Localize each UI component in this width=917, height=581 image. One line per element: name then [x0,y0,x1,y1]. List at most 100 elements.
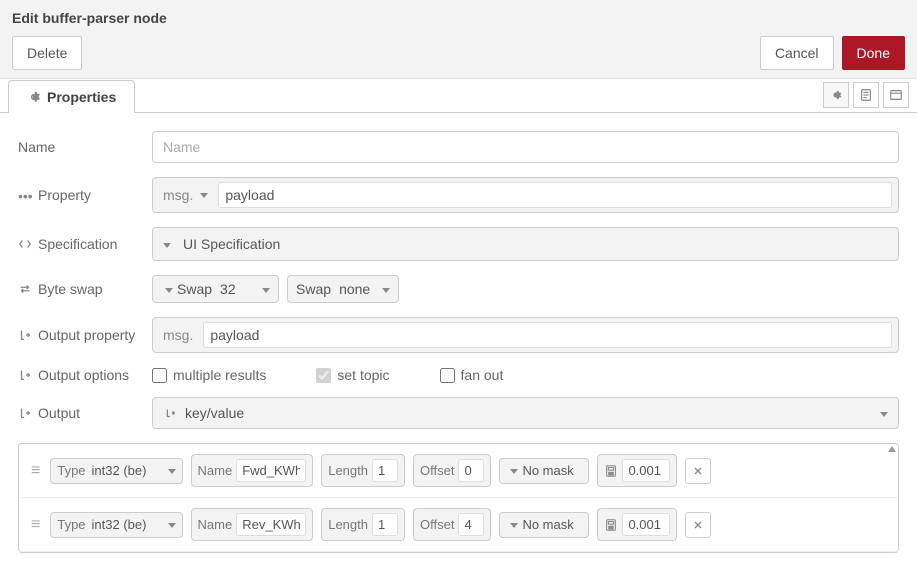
swap1-label: Swap [177,281,212,297]
item-length-input[interactable] [372,513,398,536]
drag-handle-icon[interactable]: ≡ [29,462,42,480]
property-input[interactable] [218,182,892,208]
item-name-label: Name [198,463,233,478]
item-mask-value: No mask [522,517,582,532]
item-remove-button[interactable] [685,512,711,538]
property-row: ••• Property msg. [18,177,899,213]
item-scale-input[interactable] [622,513,670,536]
item-scale-field[interactable] [597,508,677,541]
name-label: Name [18,139,138,155]
close-icon [692,465,704,477]
item-row: ≡ Type int32 (be) Name Length Offset No … [19,444,898,498]
document-icon-button[interactable] [853,82,879,108]
item-scale-field[interactable] [597,454,677,487]
output-options-label-text: Output options [38,367,129,383]
property-label-text: Property [38,187,91,203]
close-icon [692,519,704,531]
multiple-results-label: multiple results [173,367,266,383]
tab-properties[interactable]: Properties [8,80,135,113]
output-label: Output [18,405,138,421]
gear-icon [27,90,41,104]
byte-swap-label: Byte swap [18,281,138,297]
arrow-right-icon [163,406,177,420]
chevron-down-icon [161,281,173,297]
item-length-field[interactable]: Length [321,508,405,541]
output-property-row: Output property msg. [18,317,899,353]
item-type-value: int32 (be) [90,517,160,532]
item-length-field[interactable]: Length [321,454,405,487]
chevron-down-icon [159,236,171,252]
fan-out-input[interactable] [440,368,455,383]
item-mask-select[interactable]: No mask [499,512,589,538]
set-topic-input[interactable] [316,368,331,383]
swap2-label: Swap [296,281,331,297]
arrow-right-icon [18,406,32,420]
cancel-button[interactable]: Cancel [760,36,834,70]
item-remove-button[interactable] [685,458,711,484]
done-button[interactable]: Done [842,36,905,70]
fan-out-label: fan out [461,367,504,383]
name-row: Name [18,131,899,163]
specification-row: Specification [18,227,899,261]
items-list: ≡ Type int32 (be) Name Length Offset No … [18,443,899,553]
item-type-select[interactable]: Type int32 (be) [50,512,182,538]
swap1-value: 32 [216,281,254,297]
item-length-input[interactable] [372,459,398,482]
item-mask-value: No mask [522,463,582,478]
output-select[interactable]: key/value [152,397,899,429]
scroll-up-arrow-icon [888,446,896,452]
set-topic-checkbox[interactable]: set topic [316,367,389,383]
item-offset-input[interactable] [458,459,484,482]
item-type-value: int32 (be) [90,463,160,478]
code-icon [18,237,32,251]
item-length-label: Length [328,517,368,532]
layout-icon [889,88,903,102]
dialog-header: Edit buffer-parser node Delete Cancel Do… [0,0,917,79]
settings-icon-button[interactable] [823,82,849,108]
properties-form: Name ••• Property msg. Specification Byt… [0,113,917,429]
property-field[interactable]: msg. [152,177,899,213]
fan-out-checkbox[interactable]: fan out [440,367,504,383]
item-mask-select[interactable]: No mask [499,458,589,484]
name-input[interactable] [152,131,899,163]
specification-label-text: Specification [38,236,117,252]
item-offset-input[interactable] [458,513,484,536]
drag-handle-icon[interactable]: ≡ [29,516,42,534]
arrow-right-icon [18,328,32,342]
swap1-select[interactable]: Swap 32 [152,275,279,303]
item-offset-field[interactable]: Offset [413,454,491,487]
item-offset-field[interactable]: Offset [413,508,491,541]
item-offset-label: Offset [420,463,454,478]
item-name-label: Name [198,517,233,532]
chevron-down-icon [258,281,270,297]
calculator-icon [604,464,618,478]
chevron-down-icon [506,517,518,533]
item-name-field[interactable]: Name [191,508,314,541]
multiple-results-input[interactable] [152,368,167,383]
property-type-dropdown[interactable]: msg. [159,187,212,203]
chevron-down-icon [506,463,518,479]
item-name-input[interactable] [236,513,306,536]
specification-select[interactable] [152,227,899,261]
output-property-field[interactable]: msg. [152,317,899,353]
swap2-select[interactable]: Swap none [287,275,399,303]
item-type-select[interactable]: Type int32 (be) [50,458,182,484]
arrow-right-icon [18,368,32,382]
appearance-icon-button[interactable] [883,82,909,108]
delete-button[interactable]: Delete [12,36,82,70]
swap2-value: none [335,281,374,297]
tabs-row: Properties [0,79,917,113]
output-label-text: Output [38,405,80,421]
multiple-results-checkbox[interactable]: multiple results [152,367,266,383]
output-property-input[interactable] [203,322,892,348]
item-name-input[interactable] [236,459,306,482]
byte-swap-row: Byte swap Swap 32 Swap none [18,275,899,303]
item-row: ≡ Type int32 (be) Name Length Offset No … [19,498,898,552]
swap-icon [18,282,32,296]
item-scale-input[interactable] [622,459,670,482]
header-buttons: Delete Cancel Done [12,36,905,70]
dialog-title: Edit buffer-parser node [12,10,905,26]
item-name-field[interactable]: Name [191,454,314,487]
property-label: ••• Property [18,187,138,203]
tab-icon-buttons [823,82,909,112]
